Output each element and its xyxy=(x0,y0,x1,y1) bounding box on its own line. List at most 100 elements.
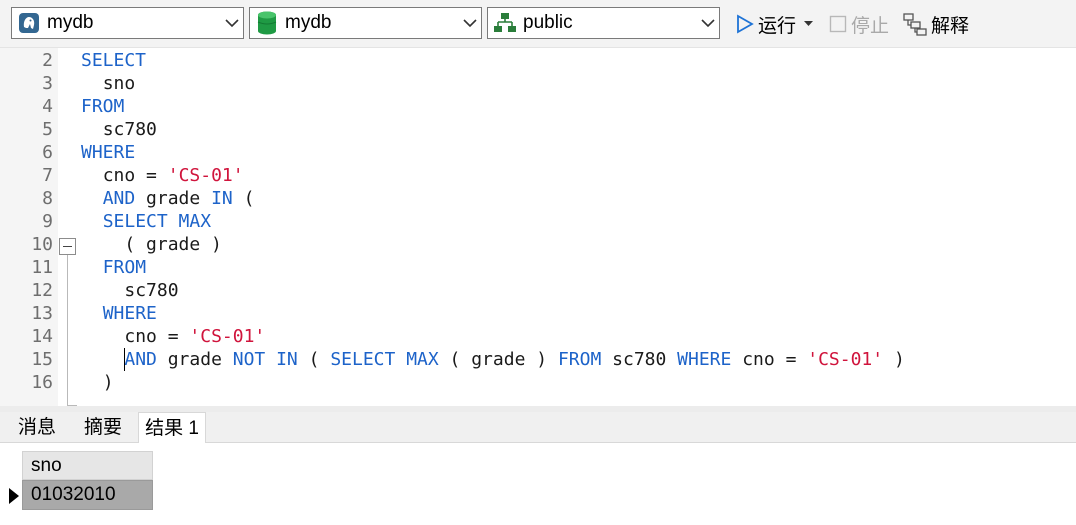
chevron-down-icon[interactable] xyxy=(221,11,243,35)
column-cno: cno xyxy=(102,165,136,186)
tab-messages[interactable]: 消息 xyxy=(4,412,70,443)
code-line: 12 sc780 xyxy=(0,279,1076,302)
keyword-max: MAX xyxy=(406,349,439,370)
code-line: 4 FROM xyxy=(0,95,1076,118)
keyword-in: IN xyxy=(211,188,233,209)
caret-down-icon[interactable] xyxy=(804,21,814,27)
keyword-select: SELECT xyxy=(81,50,147,71)
column-cno: cno xyxy=(124,326,157,347)
schema-select[interactable]: public xyxy=(487,7,720,39)
line-number: 8 xyxy=(42,188,53,209)
line-number: 6 xyxy=(42,142,53,163)
line-number: 13 xyxy=(31,303,53,324)
string-literal: 'CS-01' xyxy=(807,349,884,370)
schema-label: public xyxy=(523,12,573,33)
tab-summary[interactable]: 摘要 xyxy=(70,412,136,443)
line-number: 15 xyxy=(31,349,53,370)
result-tabs: 消息 摘要 结果 1 xyxy=(0,412,1076,443)
code-line: 6 WHERE xyxy=(0,141,1076,164)
line-number: 2 xyxy=(42,50,53,71)
code-line: 9 SELECT MAX xyxy=(0,210,1076,233)
schema-icon xyxy=(493,11,517,35)
connection-label: mydb xyxy=(47,12,94,33)
stop-label: 停止 xyxy=(851,15,890,37)
line-number: 7 xyxy=(42,165,53,186)
operator-eq: = xyxy=(146,165,157,186)
keyword-where: WHERE xyxy=(677,349,732,370)
current-row-indicator-icon xyxy=(9,488,19,504)
paren: ( xyxy=(308,349,320,370)
keyword-and: AND xyxy=(102,188,136,209)
stop-icon xyxy=(829,15,847,33)
result-cell[interactable]: 01032010 xyxy=(22,480,153,510)
table-name: sc780 xyxy=(102,119,157,140)
string-literal: 'CS-01' xyxy=(167,165,244,186)
run-button[interactable]: 运行 xyxy=(736,10,817,38)
line-number: 3 xyxy=(42,73,53,94)
code-line: 5 sc780 xyxy=(0,118,1076,141)
column-cno: cno xyxy=(742,349,775,370)
database-select[interactable]: mydb xyxy=(249,7,482,39)
fold-guide xyxy=(67,255,68,405)
code-line: 15 AND grade NOT IN ( SELECT MAX ( grade… xyxy=(0,348,1076,371)
paren: ) xyxy=(102,372,114,393)
keyword-from: FROM xyxy=(102,257,147,278)
results-grid: sno 01032010 xyxy=(0,443,1076,525)
sql-editor[interactable]: 2 SELECT 3 sno 4 FROM 5 sc780 6 WHERE 7 … xyxy=(0,48,1076,406)
text-caret xyxy=(124,348,125,371)
paren: ( xyxy=(243,188,255,209)
table-name: sc780 xyxy=(124,280,179,301)
column-sno: sno xyxy=(102,73,136,94)
code-line: 10 ( grade ) xyxy=(0,233,1076,256)
code-line: 11 FROM xyxy=(0,256,1076,279)
stop-button[interactable]: 停止 xyxy=(829,10,889,38)
code-line: 14 cno = 'CS-01' xyxy=(0,325,1076,348)
column-grade: grade xyxy=(167,349,222,370)
keyword-from: FROM xyxy=(557,349,602,370)
column-header-sno[interactable]: sno xyxy=(22,451,153,480)
grade-argument: ( grade ) xyxy=(449,349,548,370)
keyword-select: SELECT xyxy=(330,349,396,370)
toolbar: mydb mydb public 运行 停止 解释 xyxy=(0,0,1076,48)
string-literal: 'CS-01' xyxy=(189,326,266,347)
fold-toggle-icon[interactable] xyxy=(59,238,76,255)
code-line: 2 SELECT xyxy=(0,49,1076,72)
column-grade: grade xyxy=(146,188,201,209)
code-line: 8 AND grade IN ( xyxy=(0,187,1076,210)
keyword-select-max: SELECT MAX xyxy=(102,211,212,232)
operator-eq: = xyxy=(785,349,797,370)
chevron-down-icon[interactable] xyxy=(459,11,481,35)
line-number: 5 xyxy=(42,119,53,140)
line-number: 12 xyxy=(31,280,53,301)
code-line: 13 WHERE xyxy=(0,302,1076,325)
code-line: 16 ) xyxy=(0,371,1076,394)
explain-button[interactable]: 解释 xyxy=(903,10,969,38)
line-number: 14 xyxy=(31,326,53,347)
paren: ) xyxy=(893,349,905,370)
database-icon xyxy=(255,11,279,35)
tab-result-1[interactable]: 结果 1 xyxy=(138,412,206,443)
play-icon xyxy=(736,14,754,34)
database-label: mydb xyxy=(285,12,332,33)
keyword-not-in: NOT IN xyxy=(232,349,298,370)
explain-label: 解释 xyxy=(931,15,970,37)
operator-eq: = xyxy=(167,326,179,347)
keyword-where: WHERE xyxy=(102,303,157,324)
connection-select[interactable]: mydb xyxy=(11,7,244,39)
line-number: 16 xyxy=(31,372,53,393)
code-line: 7 cno = 'CS-01' xyxy=(0,164,1076,187)
keyword-where: WHERE xyxy=(81,142,136,163)
line-number: 11 xyxy=(31,257,53,278)
line-number: 4 xyxy=(42,96,53,117)
grade-argument: ( grade ) xyxy=(124,234,222,255)
keyword-from: FROM xyxy=(81,96,125,117)
line-number: 10 xyxy=(31,234,53,255)
table-name: sc780 xyxy=(612,349,667,370)
elephant-icon xyxy=(17,11,41,35)
code-line: 3 sno xyxy=(0,72,1076,95)
line-number: 9 xyxy=(42,211,53,232)
explain-icon xyxy=(903,12,927,36)
chevron-down-icon[interactable] xyxy=(697,11,719,35)
keyword-and: AND xyxy=(124,349,157,370)
run-label: 运行 xyxy=(758,15,797,37)
